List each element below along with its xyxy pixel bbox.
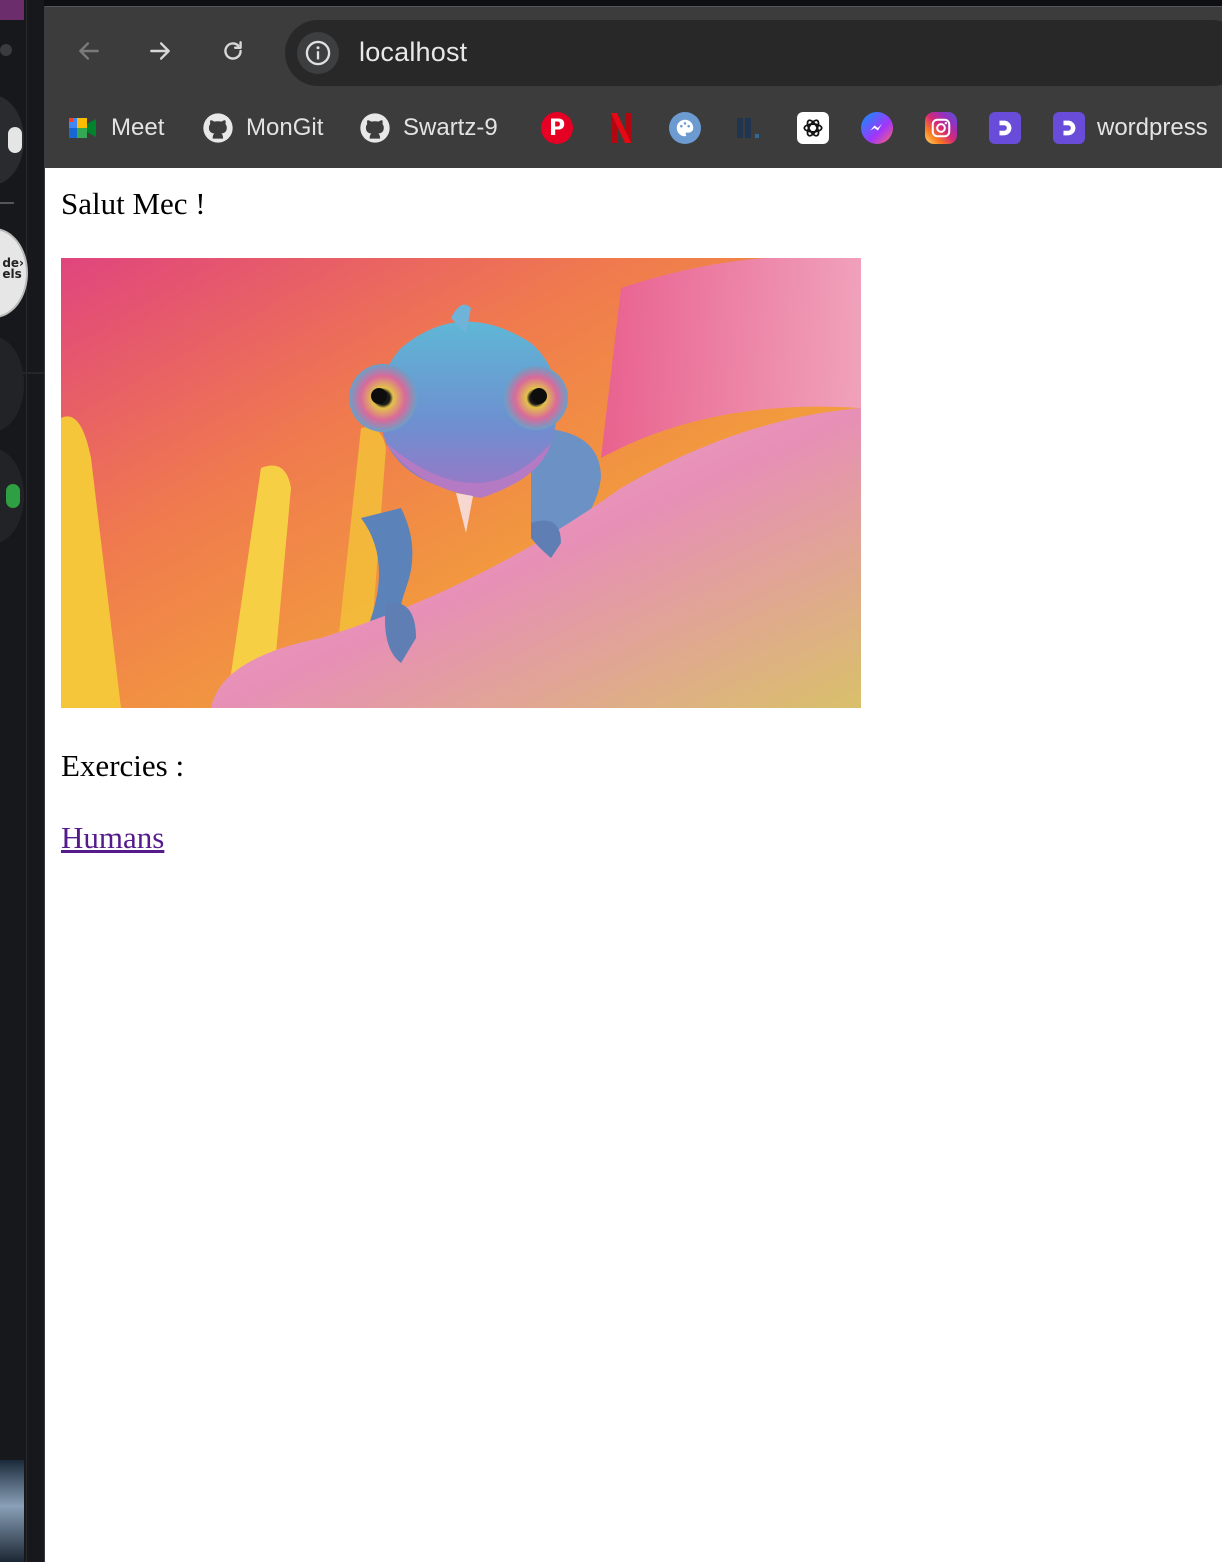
browser-window: localhost Meet MonGit Swartz-9 P wordpre… bbox=[44, 6, 1222, 1562]
dock-thumbnail[interactable] bbox=[0, 1460, 24, 1562]
page-content: Salut Mec ! Exercies: Humans bbox=[45, 168, 1222, 1562]
bookmark-label: Meet bbox=[111, 114, 165, 141]
bookmark-palette[interactable] bbox=[669, 110, 701, 146]
purple-d-icon bbox=[989, 112, 1021, 144]
browser-toolbar: localhost bbox=[45, 6, 1222, 97]
pinterest-icon: P bbox=[541, 112, 573, 144]
messenger-icon bbox=[861, 112, 893, 144]
site-info-button[interactable] bbox=[297, 32, 339, 74]
github-icon bbox=[202, 112, 234, 144]
section-title: Exercies : bbox=[61, 748, 185, 783]
greeting-text: Salut Mec ! bbox=[61, 186, 206, 221]
left-dock: de› els bbox=[0, 0, 44, 1562]
dark-site-icon bbox=[733, 112, 765, 144]
reload-button[interactable] bbox=[215, 33, 251, 69]
arrow-left-icon bbox=[79, 42, 99, 60]
humans-link[interactable]: Humans bbox=[61, 820, 164, 856]
url-text[interactable]: localhost bbox=[359, 37, 467, 68]
bookmark-wordpress[interactable]: wordpress bbox=[1053, 110, 1208, 146]
purple-d-icon bbox=[1053, 112, 1085, 144]
address-bar[interactable]: localhost bbox=[285, 20, 1222, 86]
netflix-icon bbox=[605, 112, 637, 144]
bookmarks-bar: Meet MonGit Swartz-9 P wordpress bbox=[45, 96, 1222, 169]
forward-button[interactable] bbox=[142, 33, 178, 69]
bookmark-netflix[interactable] bbox=[605, 110, 637, 146]
chameleon-photo bbox=[61, 258, 861, 708]
dock-indicator bbox=[0, 44, 12, 56]
chatgpt-icon bbox=[797, 112, 829, 144]
bookmark-purple-d[interactable] bbox=[989, 110, 1021, 146]
bookmark-meet[interactable]: Meet bbox=[67, 110, 164, 146]
google-meet-icon bbox=[67, 112, 99, 144]
bookmark-dark-site[interactable] bbox=[733, 110, 765, 146]
back-button[interactable] bbox=[71, 33, 107, 69]
palette-icon bbox=[669, 112, 701, 144]
bookmark-instagram[interactable] bbox=[925, 110, 957, 146]
bookmark-label: MonGit bbox=[246, 114, 324, 141]
bookmark-mongit[interactable]: MonGit bbox=[202, 110, 323, 146]
bookmark-pinterest[interactable]: P bbox=[541, 110, 573, 146]
bookmark-swartz-9[interactable]: Swartz-9 bbox=[359, 110, 498, 146]
info-icon bbox=[305, 40, 331, 66]
bookmark-messenger[interactable] bbox=[861, 110, 893, 146]
dock-separator bbox=[0, 202, 14, 204]
bookmark-label: wordpress bbox=[1097, 114, 1208, 141]
github-icon bbox=[359, 112, 391, 144]
bookmark-label: Swartz-9 bbox=[403, 114, 498, 141]
instagram-icon bbox=[925, 112, 957, 144]
bookmark-chatgpt[interactable] bbox=[797, 110, 829, 146]
reload-icon bbox=[224, 41, 242, 60]
arrow-right-icon bbox=[150, 42, 170, 60]
